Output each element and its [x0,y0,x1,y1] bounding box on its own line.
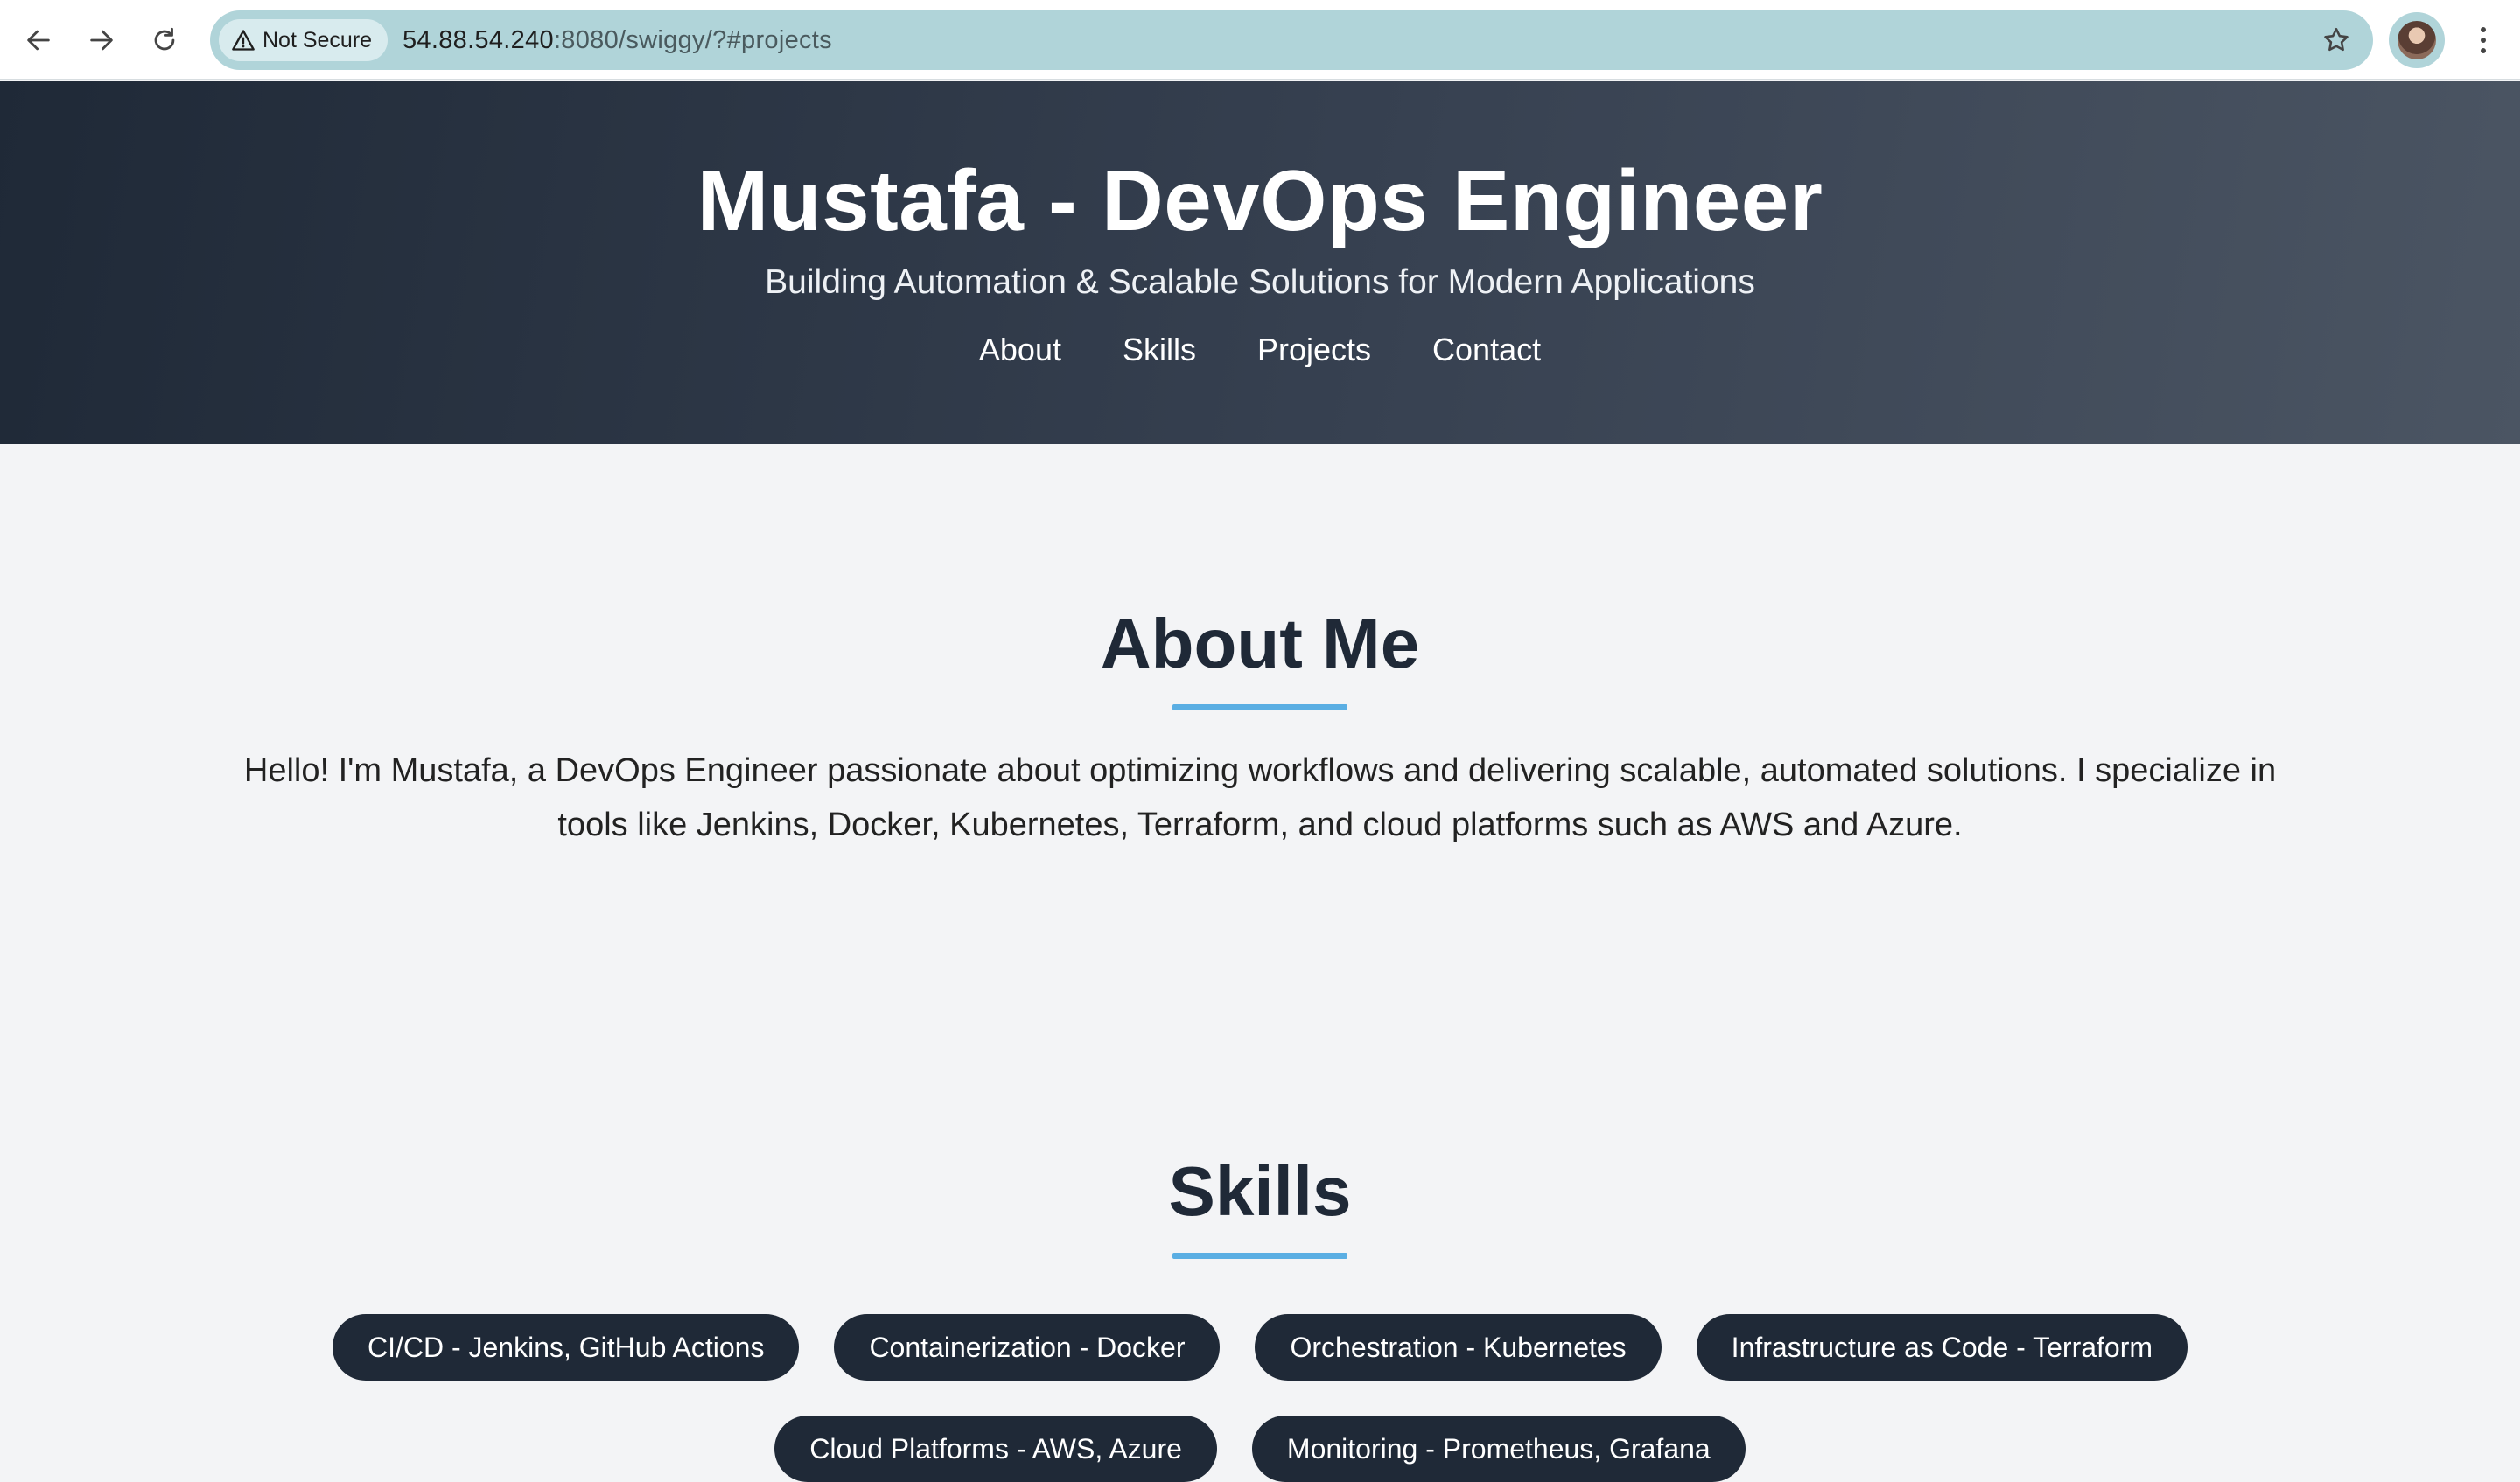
skill-pill-monitoring: Monitoring - Prometheus, Grafana [1251,1416,1746,1482]
url-text[interactable]: 54.88.54.240:8080/swiggy/?#projects [402,10,832,70]
back-button[interactable] [18,19,60,61]
main-nav: About Skills Projects Contact [0,332,2520,368]
reload-icon [154,27,175,51]
security-indicator[interactable]: Not Secure [219,19,388,61]
skill-pill-orchestration: Orchestration - Kubernetes [1255,1314,1662,1381]
nav-link-about[interactable]: About [979,332,1061,368]
page-title: Mustafa - DevOps Engineer [696,152,1824,248]
skill-pill-cicd: CI/CD - Jenkins, GitHub Actions [332,1314,800,1381]
profile-avatar-button[interactable] [2389,12,2445,68]
security-label: Not Secure [262,27,373,52]
about-heading: About Me [1100,605,1420,682]
arrow-right-icon [90,30,113,51]
about-paragraph: Hello! I'm Mustafa, a DevOps Engineer pa… [243,752,2277,843]
reload-button[interactable] [144,19,186,61]
bookmark-button[interactable] [2319,23,2354,58]
forward-button[interactable] [80,19,122,61]
about-heading-underline [1172,704,1348,710]
skill-pill-cloud: Cloud Platforms - AWS, Azure [774,1416,1217,1482]
skill-pill-iac: Infrastructure as Code - Terraform [1696,1314,2188,1381]
arrow-left-icon [27,30,50,51]
site-header: Mustafa - DevOps Engineer Building Autom… [0,81,2520,444]
nav-link-projects[interactable]: Projects [1257,332,1371,368]
vertical-dots-icon [2481,27,2486,32]
skills-heading: Skills [1168,1152,1352,1230]
url-host: 54.88.54.240 [402,26,554,54]
skills-list: CI/CD - Jenkins, GitHub Actions Containe… [262,1314,2258,1482]
nav-link-skills[interactable]: Skills [1123,332,1196,368]
url-path: :8080/swiggy/?#projects [553,26,832,54]
skills-heading-underline [1172,1253,1348,1259]
browser-menu-button[interactable] [2466,19,2501,61]
nav-link-contact[interactable]: Contact [1432,332,1541,368]
avatar [2398,21,2436,59]
page-subtitle: Building Automation & Scalable Solutions… [765,263,1755,301]
address-bar[interactable]: Not Secure 54.88.54.240:8080/swiggy/?#pr… [210,10,2373,70]
warning-triangle-icon [232,30,255,51]
skill-pill-containerization: Containerization - Docker [834,1314,1221,1381]
star-icon [2324,27,2348,52]
browser-toolbar: Not Secure 54.88.54.240:8080/swiggy/?#pr… [0,0,2520,80]
